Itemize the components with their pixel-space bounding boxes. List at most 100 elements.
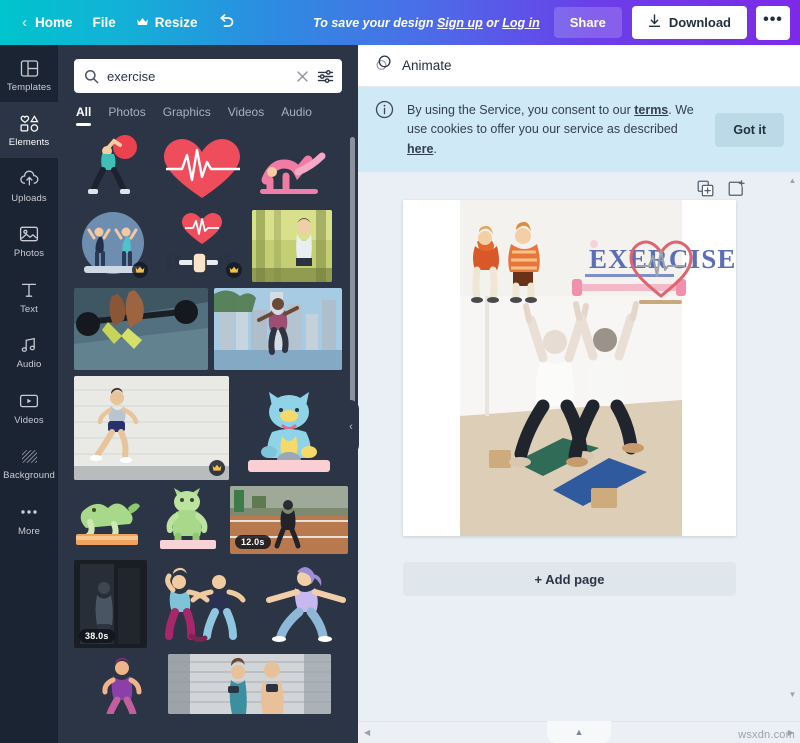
result-row [74,376,342,480]
design-page[interactable]: EXERCISE [403,200,736,536]
text-icon [18,280,40,300]
file-label: File [93,15,116,30]
result-warrior-yoga-pose-graphic[interactable] [255,560,351,648]
animate-icon [375,54,393,77]
search-results-grid: 12.0s 38.0s [58,126,358,743]
crown-icon [136,15,149,30]
add-page-button[interactable]: + Add page [403,562,736,596]
result-heart-dumbbell-graphic[interactable] [158,210,246,282]
result-pink-yoga-pose-graphic[interactable] [252,132,332,204]
sidebar-label-videos: Videos [14,416,43,426]
premium-crown-badge [132,262,148,278]
result-couple-workout-circle-graphic[interactable] [74,210,152,282]
result-barbell-lifting-photo[interactable] [74,288,208,370]
sidebar-item-uploads[interactable]: Uploads [0,158,58,213]
chevron-left-icon: ‹ [22,14,29,31]
result-row [74,210,342,282]
video-duration-badge: 12.0s [235,535,271,549]
expand-panel-button[interactable]: ▲ [547,721,611,743]
sidebar-item-templates[interactable]: Templates [0,47,58,102]
tab-all[interactable]: All [76,105,91,126]
sidebar-item-photos[interactable]: Photos [0,213,58,268]
scroll-left-arrow[interactable]: ◀ [364,728,370,737]
resize-label: Resize [155,15,198,30]
duplicate-page-icon[interactable] [697,180,714,197]
search-box[interactable] [74,59,342,93]
login-link[interactable]: Log in [502,16,540,30]
canvas-scrollbar[interactable]: ▲ ▼ [788,176,797,699]
sidebar-label-background: Background [3,471,55,481]
terms-link[interactable]: terms [634,103,668,117]
result-man-jumping-city-photo[interactable] [214,288,342,370]
top-toolbar: ‹ Home File Resize To save your design S… [0,0,800,45]
sidebar-label-photos: Photos [14,249,44,259]
premium-crown-badge [209,460,225,476]
result-gym-couple-dumbbells-photo[interactable] [168,654,331,714]
animate-label[interactable]: Animate [402,58,452,73]
download-label: Download [669,15,731,30]
scroll-down-arrow[interactable]: ▼ [789,690,797,699]
sidebar-label-audio: Audio [17,360,42,370]
canvas-area: EXERCISE [358,172,800,721]
result-woman-jogging-forest-photo[interactable] [252,210,332,282]
result-dark-gym-silhouette-video[interactable]: 38.0s [74,560,147,648]
design-canvas: EXERCISE [403,200,736,536]
tab-audio[interactable]: Audio [281,105,312,126]
panel-scrollbar[interactable] [350,137,355,407]
background-icon [18,446,40,466]
resize-button[interactable]: Resize [126,9,208,36]
result-two-people-stretching-graphic[interactable] [153,560,249,648]
save-prompt: To save your design Sign up or Log in [313,16,540,30]
search-input[interactable] [107,69,288,84]
sidebar-item-background[interactable]: Background [0,435,58,490]
elements-icon [18,113,40,133]
tab-photos[interactable]: Photos [108,105,145,126]
tab-videos[interactable]: Videos [228,105,264,126]
undo-button[interactable] [208,8,245,38]
here-link[interactable]: here [407,142,433,156]
result-row [74,132,342,204]
undo-icon [218,14,235,32]
got-it-button[interactable]: Got it [715,113,784,147]
download-button[interactable]: Download [632,6,747,39]
result-crocodile-stretch-graphic[interactable] [74,486,146,554]
more-options-button[interactable]: ••• [756,6,790,40]
sliders-icon[interactable] [317,69,334,84]
cookie-text-1: By using the Service, you consent to our [407,103,634,117]
save-prompt-text: To save your design [313,16,437,30]
result-row: 38.0s [74,560,342,648]
cookie-text: By using the Service, you consent to our… [407,100,702,159]
signup-link[interactable]: Sign up [437,16,483,30]
result-purple-runner-graphic[interactable] [74,654,162,714]
add-page-icon[interactable] [728,180,745,197]
result-meditating-cat-graphic[interactable] [235,376,342,480]
elements-panel: All Photos Graphics Videos Audio [58,45,358,743]
sidebar-item-more[interactable]: More [0,491,58,546]
main-area: Animate By using the Service, you consen… [358,45,800,743]
sidebar-item-text[interactable]: Text [0,269,58,324]
panel-collapse-button[interactable]: ‹ [343,400,359,454]
cookie-banner: By using the Service, you consent to our… [358,87,800,172]
tab-graphics[interactable]: Graphics [163,105,211,126]
sidebar-item-elements[interactable]: Elements [0,102,58,157]
result-green-dino-yoga-graphic[interactable] [152,486,224,554]
result-woman-running-wall-photo[interactable] [74,376,229,480]
close-icon[interactable] [296,70,309,83]
result-runner-track-video[interactable]: 12.0s [230,486,348,554]
result-tabs: All Photos Graphics Videos Audio [74,93,342,126]
sidebar-item-videos[interactable]: Videos [0,380,58,435]
file-menu-button[interactable]: File [83,9,126,36]
result-row [74,288,342,370]
photo-icon [18,224,40,244]
home-button[interactable]: ‹ Home [12,8,83,37]
scroll-up-arrow[interactable]: ▲ [789,176,797,185]
upload-cloud-icon [18,169,40,189]
share-button[interactable]: Share [554,7,622,38]
sidebar-label-more: More [18,527,40,537]
sidebar-label-uploads: Uploads [11,194,47,204]
result-heart-ecg-graphic[interactable] [158,132,246,204]
canva-editor: ‹ Home File Resize To save your design S… [0,0,800,743]
result-woman-with-exercise-ball-graphic[interactable] [74,132,152,204]
sidebar-item-audio[interactable]: Audio [0,324,58,379]
sidebar-label-elements: Elements [9,138,49,148]
